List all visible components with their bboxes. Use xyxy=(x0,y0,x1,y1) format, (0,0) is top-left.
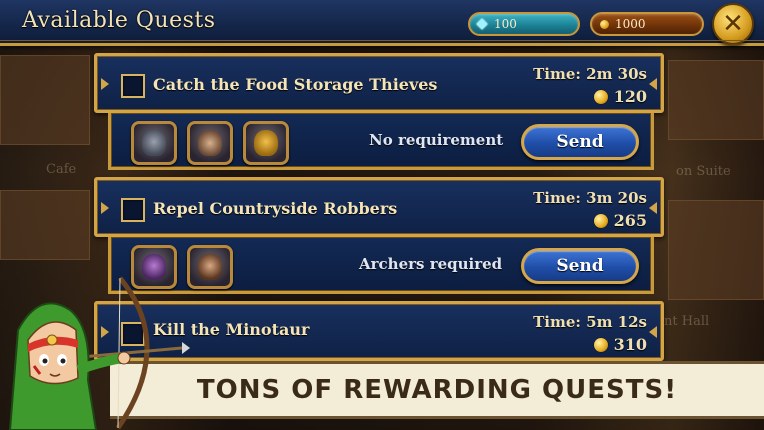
spartan-helmet-icon xyxy=(254,130,278,156)
ornament-arrow-icon xyxy=(649,326,657,338)
quest-details-food-thieves: No requirement Send xyxy=(108,113,654,170)
gold-coin-icon xyxy=(593,89,608,104)
background-shelf xyxy=(0,55,90,145)
close-button[interactable]: ✕ xyxy=(712,3,754,45)
quest-reward-value: 310 xyxy=(613,335,647,354)
rogue-portrait-icon[interactable] xyxy=(187,121,233,165)
gold-counter[interactable]: 1000 xyxy=(590,12,704,36)
quest-time: Time: 2m 30s xyxy=(533,65,647,83)
promo-banner: TONS OF REWARDING QUESTS! xyxy=(110,361,764,419)
spartan-portrait-icon[interactable] xyxy=(243,121,289,165)
ornament-arrow-icon xyxy=(101,202,109,214)
window-title: Available Quests xyxy=(22,8,216,33)
gold-coin-icon xyxy=(593,213,608,228)
ornament-arrow-icon xyxy=(649,202,657,214)
ornament-arrow-icon xyxy=(101,78,109,90)
rogue-face-icon xyxy=(198,130,222,156)
quest-requirement: No requirement xyxy=(369,131,504,149)
quest-reward-value: 120 xyxy=(613,87,647,106)
knight-portrait-icon[interactable] xyxy=(131,121,177,165)
gems-counter[interactable]: 100 xyxy=(468,12,580,36)
quest-reward: 265 xyxy=(593,211,647,230)
quest-reward-value: 265 xyxy=(613,211,647,230)
gold-coin-icon xyxy=(593,337,608,352)
gem-icon xyxy=(476,18,488,30)
quest-reward: 120 xyxy=(593,87,647,106)
background-label-suite: on Suite xyxy=(676,164,731,179)
archer-portrait-icon[interactable] xyxy=(187,245,233,289)
promo-banner-text: TONS OF REWARDING QUESTS! xyxy=(196,375,678,405)
archer-character-icon xyxy=(8,276,190,430)
quest-row-food-thieves[interactable]: Catch the Food Storage Thieves Time: 2m … xyxy=(94,53,664,113)
background-shelf xyxy=(0,190,90,260)
send-button[interactable]: Send xyxy=(521,248,639,284)
background-shelf xyxy=(668,60,764,140)
archer-face-icon xyxy=(198,254,222,280)
quest-requirement: Archers required xyxy=(359,255,503,273)
close-icon: ✕ xyxy=(722,9,744,39)
gold-coin-icon xyxy=(600,19,609,29)
background-label-cafe: Cafe xyxy=(46,162,77,177)
quest-time: Time: 5m 12s xyxy=(533,313,647,331)
quest-checkbox[interactable] xyxy=(121,198,145,222)
quest-name: Repel Countryside Robbers xyxy=(153,199,398,218)
quest-checkbox[interactable] xyxy=(121,74,145,98)
quest-reward: 310 xyxy=(593,335,647,354)
quest-time: Time: 3m 20s xyxy=(533,189,647,207)
knight-helmet-icon xyxy=(142,130,166,156)
quest-name: Catch the Food Storage Thieves xyxy=(153,75,438,94)
quest-row-countryside-robbers[interactable]: Repel Countryside Robbers Time: 3m 20s 2… xyxy=(94,177,664,237)
send-button[interactable]: Send xyxy=(521,124,639,160)
ornament-arrow-icon xyxy=(649,78,657,90)
gold-value: 1000 xyxy=(615,17,646,31)
background-label-hall: nt Hall xyxy=(664,314,710,329)
title-bar: Available Quests 100 1000 ✕ xyxy=(0,0,764,46)
background-shelf xyxy=(668,200,764,300)
gems-value: 100 xyxy=(494,17,517,31)
